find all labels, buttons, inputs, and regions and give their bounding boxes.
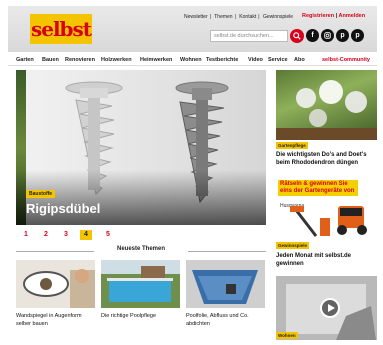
ad-product-image <box>290 206 367 237</box>
nav-item-renovieren[interactable]: Renovieren <box>65 57 95 63</box>
login-link[interactable]: Anmelden <box>339 13 366 19</box>
teaser1-badge: Gartenpflege <box>276 142 308 149</box>
search-input[interactable]: selbst.de durchsuchen... <box>210 30 288 42</box>
register-link[interactable]: Registrieren <box>302 13 334 19</box>
nav-item-video[interactable]: Video <box>248 57 263 63</box>
search-icon <box>293 32 301 40</box>
hero-category-badge: Baustoffe <box>26 190 56 198</box>
main-nav: Garten Bauen Renovieren Holzwerken Heimw… <box>8 54 377 66</box>
nav-item-abo[interactable]: Abo <box>294 57 305 63</box>
teaser1-title[interactable]: Die wichtigsten Do's and Doet's beim Rho… <box>276 151 377 167</box>
nav-item-garten[interactable]: Garten <box>16 57 34 63</box>
slider-page-5[interactable]: 5 <box>102 230 114 240</box>
account-links: Registrieren | Anmelden <box>302 13 366 19</box>
site-logo[interactable]: selbst <box>30 14 92 44</box>
teaser-image-rhododendron[interactable] <box>276 70 377 140</box>
nav-item-testberichte[interactable]: Testberichte <box>206 57 238 63</box>
hero-title[interactable]: Rigipsdübel <box>26 201 100 216</box>
page: selbst Newsletter | Themen | Kontakt | Gewi… <box>8 6 377 342</box>
teaser2-badge: Gewinnspiele <box>276 242 310 249</box>
nav-item-bauen[interactable]: Bauen <box>42 57 59 63</box>
nav-item-community[interactable]: selbst-Community <box>322 57 370 63</box>
teaser3-badge: Wohnen <box>276 332 298 339</box>
advertisement-husqvarna[interactable]: Rätseln & gewinnen Sie eins der Gartenge… <box>276 178 377 240</box>
play-icon[interactable] <box>320 298 340 318</box>
pinterest-icon-2[interactable]: p <box>351 29 364 42</box>
kontakt-link[interactable]: Kontakt <box>239 14 256 20</box>
site-header: selbst Newsletter | Themen | Kontakt | Gewi… <box>8 6 377 52</box>
pinterest-icon[interactable]: p <box>336 29 349 42</box>
slider-page-3[interactable]: 3 <box>60 230 72 240</box>
gewinnspiele-link[interactable]: Gewinnspiele <box>263 14 293 20</box>
top-links: Newsletter | Themen | Kontakt | Gewinnspiel… <box>184 14 293 20</box>
section-title-neueste-themen: Neueste Themen <box>16 246 266 256</box>
card-image-poolpflege[interactable] <box>101 260 180 308</box>
slider-page-4[interactable]: 4 <box>80 230 92 240</box>
card-image-poolfolie[interactable] <box>186 260 265 308</box>
video-teaser[interactable] <box>276 276 377 340</box>
card-title-poolfolie[interactable]: Poolfolie, Abfluss und Co. abdichten <box>186 312 268 328</box>
nav-item-holzwerken[interactable]: Holzwerken <box>101 57 132 63</box>
instagram-icon[interactable] <box>321 29 334 42</box>
nav-item-heimwerken[interactable]: Heimwerken <box>140 57 172 63</box>
themen-link[interactable]: Themen <box>214 14 232 20</box>
nav-item-service[interactable]: Service <box>268 57 288 63</box>
teaser2-title[interactable]: Jeden Monat mit selbst.de gewinnen <box>276 252 377 268</box>
slider-page-1[interactable]: 1 <box>20 230 32 240</box>
facebook-icon[interactable]: f <box>306 29 319 42</box>
card-title-poolpflege[interactable]: Die richtige Poolpflege <box>101 312 183 320</box>
search-button[interactable] <box>290 29 304 43</box>
newsletter-link[interactable]: Newsletter <box>184 14 208 20</box>
slider-page-2[interactable]: 2 <box>40 230 52 240</box>
card-image-wandspiegel[interactable] <box>16 260 95 308</box>
nav-item-wohnen[interactable]: Wohnen <box>180 57 202 63</box>
card-title-wandspiegel[interactable]: Wandspiegel in Augenform selber bauen <box>16 312 98 328</box>
